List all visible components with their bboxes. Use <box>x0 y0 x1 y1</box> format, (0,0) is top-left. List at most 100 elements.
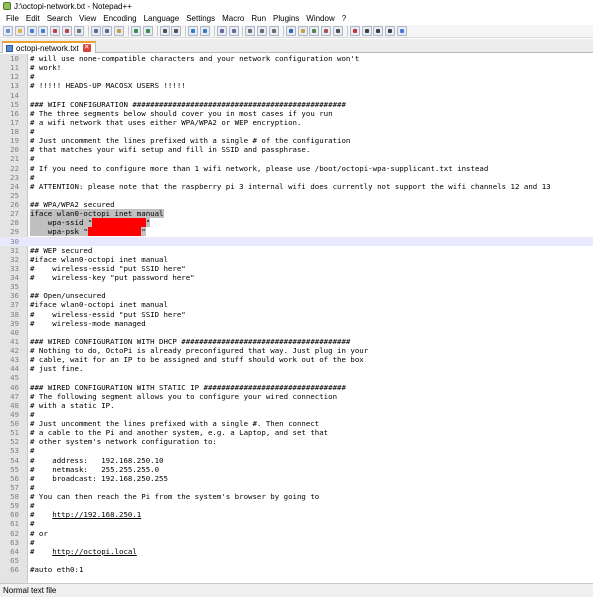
close-icon[interactable] <box>50 26 61 36</box>
editor-line[interactable]: 40 <box>0 328 593 337</box>
editor-line[interactable]: 27 iface wlan0-octopi inet manual <box>0 209 593 219</box>
playback-icon[interactable] <box>373 26 384 36</box>
editor-line[interactable]: 25 <box>0 191 593 200</box>
menu-window[interactable]: Window <box>303 14 338 23</box>
editor-line[interactable]: 26 ## WPA/WPA2 secured <box>0 200 593 209</box>
editor-line[interactable]: 44 # just fine. <box>0 364 593 373</box>
editor-line[interactable]: 48 # with a static IP. <box>0 401 593 410</box>
editor-line[interactable]: 20 # that matches your wifi setup and fil… <box>0 145 593 154</box>
url-link[interactable]: http://octopi.local <box>52 547 137 556</box>
menu-edit[interactable]: Edit <box>23 14 44 23</box>
editor-line[interactable]: 53 # <box>0 446 593 455</box>
editor-line[interactable]: 13 # !!!!! HEADS-UP MACOSX USERS !!!!! <box>0 81 593 90</box>
save-icon[interactable] <box>26 26 37 36</box>
document-map-icon[interactable] <box>297 26 308 36</box>
monitoring-icon[interactable] <box>332 26 343 36</box>
menu-settings[interactable]: Settings <box>183 14 219 23</box>
menu-macro[interactable]: Macro <box>219 14 248 23</box>
editor-line[interactable]: 28 wpa-ssid "xxxxxxxxxxxx" <box>0 218 593 228</box>
menu-language[interactable]: Language <box>141 14 184 23</box>
record-macro-icon[interactable] <box>349 26 360 36</box>
editor-line[interactable]: 63 # <box>0 538 593 547</box>
editor-line[interactable]: 16 # The three segments below should cove… <box>0 109 593 118</box>
menu-encoding[interactable]: Encoding <box>100 14 140 23</box>
editor-line[interactable]: 38 # wireless-essid "put SSID here" <box>0 310 593 319</box>
menu-view[interactable]: View <box>76 14 100 23</box>
editor-line[interactable]: 61 # <box>0 519 593 528</box>
editor-line[interactable]: 19 # Just uncomment the lines prefixed wi… <box>0 136 593 145</box>
editor-line[interactable]: 54 # address: 192.168.250.10 <box>0 456 593 465</box>
editor-line[interactable]: 50 # Just uncomment the lines prefixed wi… <box>0 419 593 428</box>
editor-line[interactable]: 64 # http://octopi.local <box>0 547 593 556</box>
close-all-icon[interactable] <box>61 26 72 36</box>
editor-line[interactable]: 43 # cable, wait for an IP to be assigned… <box>0 355 593 364</box>
menu-run[interactable]: Run <box>248 14 270 23</box>
menu-help[interactable]: ? <box>339 14 350 23</box>
new-file-icon[interactable] <box>3 26 13 36</box>
copy-icon[interactable] <box>102 26 113 36</box>
editor-line[interactable]: 33 # wireless-essid "put SSID here" <box>0 264 593 273</box>
editor-line[interactable]: 32 #iface wlan0-octopi inet manual <box>0 255 593 264</box>
word-wrap-icon[interactable] <box>245 26 256 36</box>
close-tab-icon[interactable]: ✕ <box>82 44 91 52</box>
editor-line[interactable]: 45 <box>0 373 593 382</box>
editor-line[interactable]: 47 # The following segment allows you to … <box>0 392 593 401</box>
menu-search[interactable]: Search <box>44 14 76 23</box>
editor-line[interactable]: 65 <box>0 556 593 565</box>
editor-line[interactable]: 49 # <box>0 410 593 419</box>
editor-line[interactable]: 10 # will use none-compatible characters … <box>0 54 593 63</box>
editor[interactable]: 10 # will use none-compatible characters … <box>0 54 593 583</box>
editor-line[interactable]: 52 # other system's network configuration… <box>0 437 593 446</box>
paste-icon[interactable] <box>114 26 125 36</box>
editor-line[interactable]: 62 # or <box>0 529 593 538</box>
indent-guide-icon[interactable] <box>268 26 279 36</box>
redo-icon[interactable] <box>142 26 153 36</box>
editor-line[interactable]: 37 #iface wlan0-octopi inet manual <box>0 300 593 309</box>
show-all-chars-icon[interactable] <box>257 26 268 36</box>
menu-file[interactable]: File <box>3 14 23 23</box>
editor-line[interactable]: 34 # wireless-key "put password here" <box>0 273 593 282</box>
editor-line[interactable]: 21 # <box>0 154 593 163</box>
open-file-icon[interactable] <box>14 26 25 36</box>
editor-line[interactable]: 18 # <box>0 127 593 136</box>
print-icon[interactable] <box>73 26 84 36</box>
editor-line[interactable]: 11 # work! <box>0 63 593 72</box>
find-icon[interactable] <box>159 26 170 36</box>
editor-line[interactable]: 42 # Nothing to do, OctoPi is already pre… <box>0 346 593 355</box>
editor-line[interactable]: 36 ## Open/unsecured <box>0 291 593 300</box>
cut-icon[interactable] <box>90 26 101 36</box>
sync-horizontal-icon[interactable] <box>228 26 239 36</box>
editor-line[interactable]: 23 # <box>0 173 593 182</box>
url-link[interactable]: http://192.168.250.1 <box>52 510 141 519</box>
editor-line[interactable]: 59 # <box>0 501 593 510</box>
editor-line[interactable]: 30 <box>0 236 593 246</box>
save-macro-icon[interactable] <box>396 26 407 36</box>
sync-vertical-icon[interactable] <box>216 26 227 36</box>
editor-line[interactable]: 35 <box>0 282 593 291</box>
editor-line[interactable]: 31 ## WEP secured <box>0 246 593 255</box>
editor-line[interactable]: 57 # <box>0 483 593 492</box>
editor-line[interactable]: 46 ### WIRED CONFIGURATION WITH STATIC IP… <box>0 383 593 392</box>
function-list-icon[interactable] <box>309 26 320 36</box>
folder-workspace-icon[interactable] <box>321 26 332 36</box>
editor-line[interactable]: 24 # ATTENTION: please note that the rasp… <box>0 182 593 191</box>
editor-line[interactable]: 22 # If you need to configure more than 1… <box>0 164 593 173</box>
editor-line[interactable]: 58 # You can then reach the Pi from the s… <box>0 492 593 501</box>
editor-line[interactable]: 60 # http://192.168.250.1 <box>0 510 593 519</box>
editor-line[interactable]: 14 <box>0 91 593 100</box>
editor-line[interactable]: 55 # netmask: 255.255.255.0 <box>0 465 593 474</box>
tab-octopi-network[interactable]: octopi-network.txt ✕ <box>2 41 96 53</box>
editor-line[interactable]: 56 # broadcast: 192.168.250.255 <box>0 474 593 483</box>
save-all-icon[interactable] <box>38 26 49 36</box>
editor-line[interactable]: 29 wpa-psk "xxxxxxxxxxxx" <box>0 227 593 237</box>
stop-record-icon[interactable] <box>361 26 372 36</box>
language-icon[interactable] <box>285 26 296 36</box>
zoom-in-icon[interactable] <box>188 26 199 36</box>
undo-icon[interactable] <box>130 26 141 36</box>
editor-line[interactable]: 66 #auto eth0:1 <box>0 565 593 574</box>
zoom-out-icon[interactable] <box>199 26 210 36</box>
editor-line[interactable]: 41 ### WIRED CONFIGURATION WITH DHCP ####… <box>0 337 593 346</box>
run-macro-multiple-icon[interactable] <box>385 26 396 36</box>
editor-line[interactable]: 17 # a wifi network that uses either WPA/… <box>0 118 593 127</box>
editor-line[interactable]: 39 # wireless-mode managed <box>0 319 593 328</box>
